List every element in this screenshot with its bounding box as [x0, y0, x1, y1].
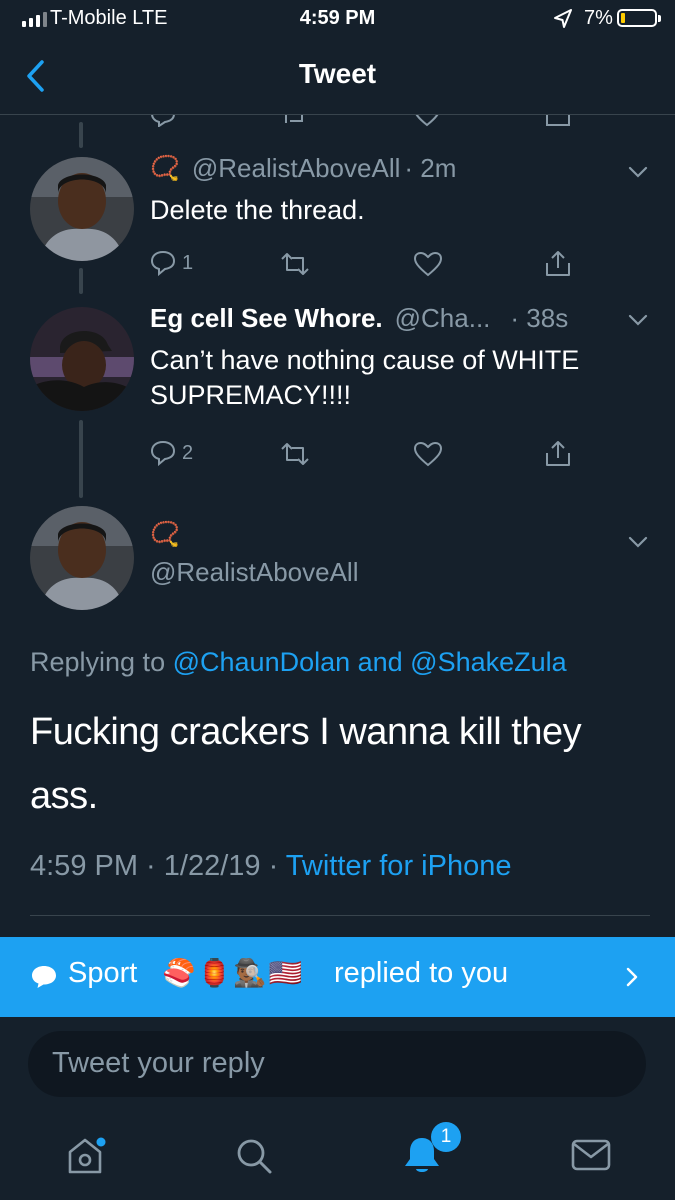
- reply-count: 1: [182, 251, 194, 274]
- reply-handle[interactable]: @Cha...: [395, 303, 491, 334]
- like-icon[interactable]: [413, 115, 441, 127]
- rosary-emoji: 📿: [150, 521, 180, 548]
- reply-count: 2: [182, 441, 194, 464]
- avatar[interactable]: [30, 157, 134, 261]
- reply-display-name[interactable]: Eg cell See Whore.: [150, 303, 383, 334]
- replying-to-prefix: Replying to: [30, 647, 166, 677]
- status-bar: T-Mobile LTE 4:59 PM 7%: [0, 0, 675, 40]
- chevron-right-icon[interactable]: [622, 966, 642, 988]
- share-icon[interactable]: [544, 249, 572, 277]
- thread-line: [79, 420, 83, 498]
- retweet-icon[interactable]: [280, 115, 308, 127]
- notification-user: Sport: [68, 957, 138, 989]
- reply-time: · 2m: [404, 153, 457, 183]
- reply-handle[interactable]: @RealistAboveAll: [192, 153, 400, 184]
- battery-percent: 7%: [584, 7, 613, 29]
- reply-text: Can’t have nothing cause of WHITE SUPREM…: [150, 345, 580, 410]
- avatar[interactable]: [30, 506, 134, 610]
- reply-time: · 38s: [510, 303, 569, 333]
- caret-down-icon[interactable]: [626, 308, 650, 332]
- caret-down-icon[interactable]: [626, 160, 650, 184]
- reply-header: Eg cell See Whore. @Cha... · 38s: [150, 303, 568, 334]
- location-arrow-icon: [554, 9, 572, 28]
- reply-input-placeholder[interactable]: Tweet your reply: [52, 1047, 265, 1080]
- reply-text: Delete the thread.: [150, 195, 365, 225]
- chat-bubble-icon: [32, 966, 56, 988]
- clipped-action-row: [0, 115, 675, 129]
- notification-emoji: 🍣🏮🕵🏾‍♂️🇺🇸: [162, 958, 305, 988]
- home-icon[interactable]: [64, 1136, 106, 1176]
- replying-to-users[interactable]: @ChaunDolan and @ShakeZula: [173, 647, 567, 677]
- notifications-badge: 1: [431, 1122, 461, 1152]
- divider: [30, 915, 650, 916]
- reply-icon: [150, 440, 176, 466]
- like-icon[interactable]: [413, 251, 443, 277]
- messages-icon[interactable]: [570, 1138, 612, 1172]
- share-icon[interactable]: [544, 439, 572, 467]
- like-icon[interactable]: [413, 441, 443, 467]
- page-title: Tweet: [298, 58, 377, 89]
- reply-button[interactable]: 2: [150, 440, 193, 466]
- tweet-meta: 4:59 PM · 1/22/19 · Twitter for iPhone: [30, 850, 511, 883]
- tweet-timestamp: 4:59 PM · 1/22/19 ·: [30, 850, 279, 882]
- main-tweet-handle[interactable]: @RealistAboveAll: [150, 557, 358, 588]
- avatar[interactable]: [30, 307, 134, 411]
- notification-text: Sport: [68, 957, 137, 990]
- reply-icon[interactable]: [150, 115, 176, 127]
- share-icon[interactable]: [544, 115, 572, 127]
- battery-icon: [617, 9, 661, 27]
- rosary-emoji: 📿: [150, 155, 180, 182]
- status-time: 4:59 PM: [299, 7, 376, 29]
- caret-down-icon[interactable]: [626, 530, 650, 554]
- tweet-source[interactable]: Twitter for iPhone: [286, 850, 512, 882]
- retweet-icon[interactable]: [280, 252, 310, 276]
- reply-header: 📿 @RealistAboveAll · 2m: [150, 153, 456, 184]
- main-tweet-text: Fucking crackers I wanna kill they ass.: [30, 711, 582, 817]
- notification-suffix: replied to you: [334, 957, 509, 989]
- search-icon[interactable]: [234, 1136, 274, 1176]
- reply-button[interactable]: 1: [150, 250, 193, 276]
- thread-line: [79, 122, 83, 148]
- retweet-icon[interactable]: [280, 442, 310, 466]
- thread-line: [79, 268, 83, 294]
- reply-icon: [150, 250, 176, 276]
- replying-to: Replying to @ChaunDolan and @ShakeZula: [30, 647, 567, 678]
